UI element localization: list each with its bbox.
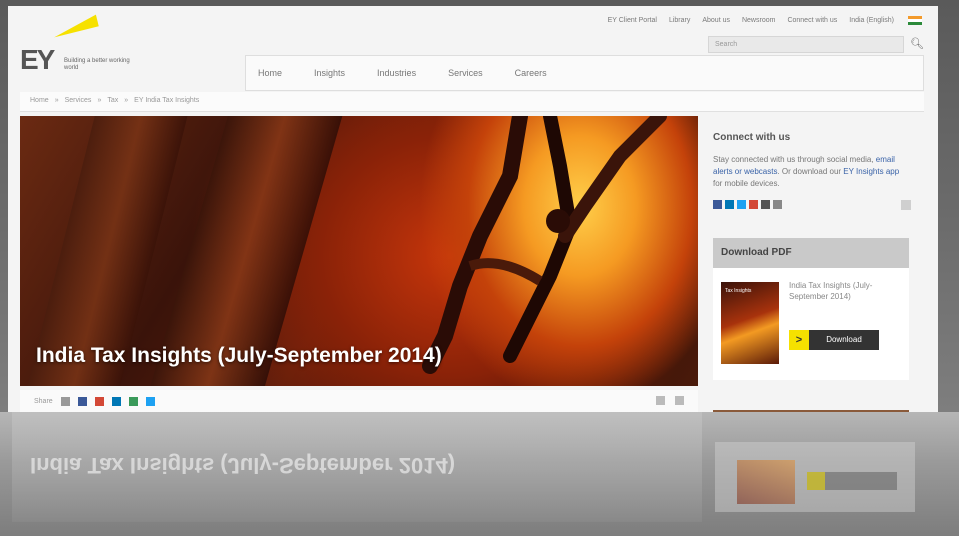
breadcrumb-current: EY India Tax Insights	[134, 97, 200, 104]
logo-wordmark: EY	[20, 44, 55, 75]
print-icon[interactable]	[675, 396, 684, 405]
download-doc-title: India Tax Insights (July-September 2014)	[789, 281, 873, 301]
share-tools	[656, 396, 684, 405]
breadcrumb-sep: »	[54, 97, 59, 104]
link-library[interactable]: Library	[669, 17, 690, 24]
thumb-title: Tax Insights	[725, 288, 752, 294]
nav-services[interactable]: Services	[448, 68, 483, 78]
download-button-label: Download	[809, 330, 879, 350]
reflection-button	[807, 472, 897, 490]
breadcrumb-home[interactable]: Home	[30, 97, 49, 106]
main-nav: Home Insights Industries Services Career…	[245, 55, 924, 91]
link-country[interactable]: India (English)	[849, 17, 894, 24]
facebook-icon[interactable]	[77, 396, 87, 406]
share-label: Share	[34, 397, 53, 405]
email-icon[interactable]	[761, 200, 770, 209]
download-heading: Download PDF	[713, 238, 909, 268]
connect-text: Stay connected with us through social me…	[713, 154, 909, 190]
twitter-icon[interactable]	[145, 396, 155, 406]
sidebar: Connect with us Stay connected with us t…	[705, 116, 917, 412]
connect-text-b: . Or download our	[777, 167, 844, 176]
googleplus-icon[interactable]	[94, 396, 104, 406]
nav-industries[interactable]: Industries	[377, 68, 416, 78]
print-icon[interactable]	[60, 396, 70, 406]
chevron-right-icon: >	[789, 330, 809, 350]
breadcrumb-sep: »	[124, 97, 129, 104]
ey-logo[interactable]: EY Building a better working world	[18, 14, 148, 76]
connect-text-a: Stay connected with us through social me…	[713, 155, 876, 164]
logo-beam-icon	[51, 14, 99, 38]
search-input[interactable]: Search	[708, 36, 904, 53]
ey-app-link[interactable]: EY Insights app	[843, 167, 899, 176]
print-icon[interactable]	[901, 200, 911, 210]
link-client-portal[interactable]: EY Client Portal	[608, 17, 657, 24]
nav-home[interactable]: Home	[258, 68, 282, 78]
nav-insights[interactable]: Insights	[314, 68, 345, 78]
social-icons	[713, 200, 782, 209]
link-newsroom[interactable]: Newsroom	[742, 17, 775, 24]
reflection-sidebar	[715, 442, 915, 512]
utility-links: EY Client Portal Library About us Newsro…	[608, 16, 922, 25]
connect-title: Connect with us	[713, 132, 791, 143]
search-icon[interactable]: 🔍︎	[910, 37, 924, 51]
download-button[interactable]: > Download	[789, 330, 879, 350]
page-reflection: India Tax Insights (July-September 2014)	[0, 412, 959, 536]
share-bar: Share	[20, 390, 698, 412]
share-icon[interactable]	[128, 396, 138, 406]
logo-tagline: Building a better working world	[64, 58, 130, 71]
link-connect[interactable]: Connect with us	[787, 17, 837, 24]
breadcrumb-sep: »	[97, 97, 102, 104]
breadcrumb-tax[interactable]: Tax	[107, 97, 118, 106]
hero-title: India Tax Insights (July-September 2014)	[36, 344, 442, 367]
breadcrumb-services[interactable]: Services	[65, 97, 92, 106]
linkedin-icon[interactable]	[725, 200, 734, 209]
facebook-icon[interactable]	[713, 200, 722, 209]
download-panel: Tax Insights India Tax Insights (July-Se…	[713, 268, 909, 380]
reflection-title: India Tax Insights (July-September 2014)	[30, 453, 456, 478]
hero-banner: India Tax Insights (July-September 2014)	[20, 116, 698, 386]
twitter-icon[interactable]	[737, 200, 746, 209]
mobile-app-icon[interactable]	[773, 200, 782, 209]
india-flag-icon	[908, 16, 922, 25]
pdf-thumbnail[interactable]: Tax Insights	[721, 282, 779, 364]
connect-text-c: for mobile devices.	[713, 179, 780, 188]
linkedin-icon[interactable]	[111, 396, 121, 406]
web-page: EY Building a better working world EY Cl…	[8, 6, 938, 412]
email-icon[interactable]	[656, 396, 665, 405]
link-about-us[interactable]: About us	[702, 17, 730, 24]
nav-careers[interactable]: Careers	[515, 68, 547, 78]
youtube-icon[interactable]	[749, 200, 758, 209]
breadcrumb: Home » Services » Tax » EY India Tax Ins…	[20, 92, 924, 112]
reflection-thumbnail	[737, 460, 795, 504]
